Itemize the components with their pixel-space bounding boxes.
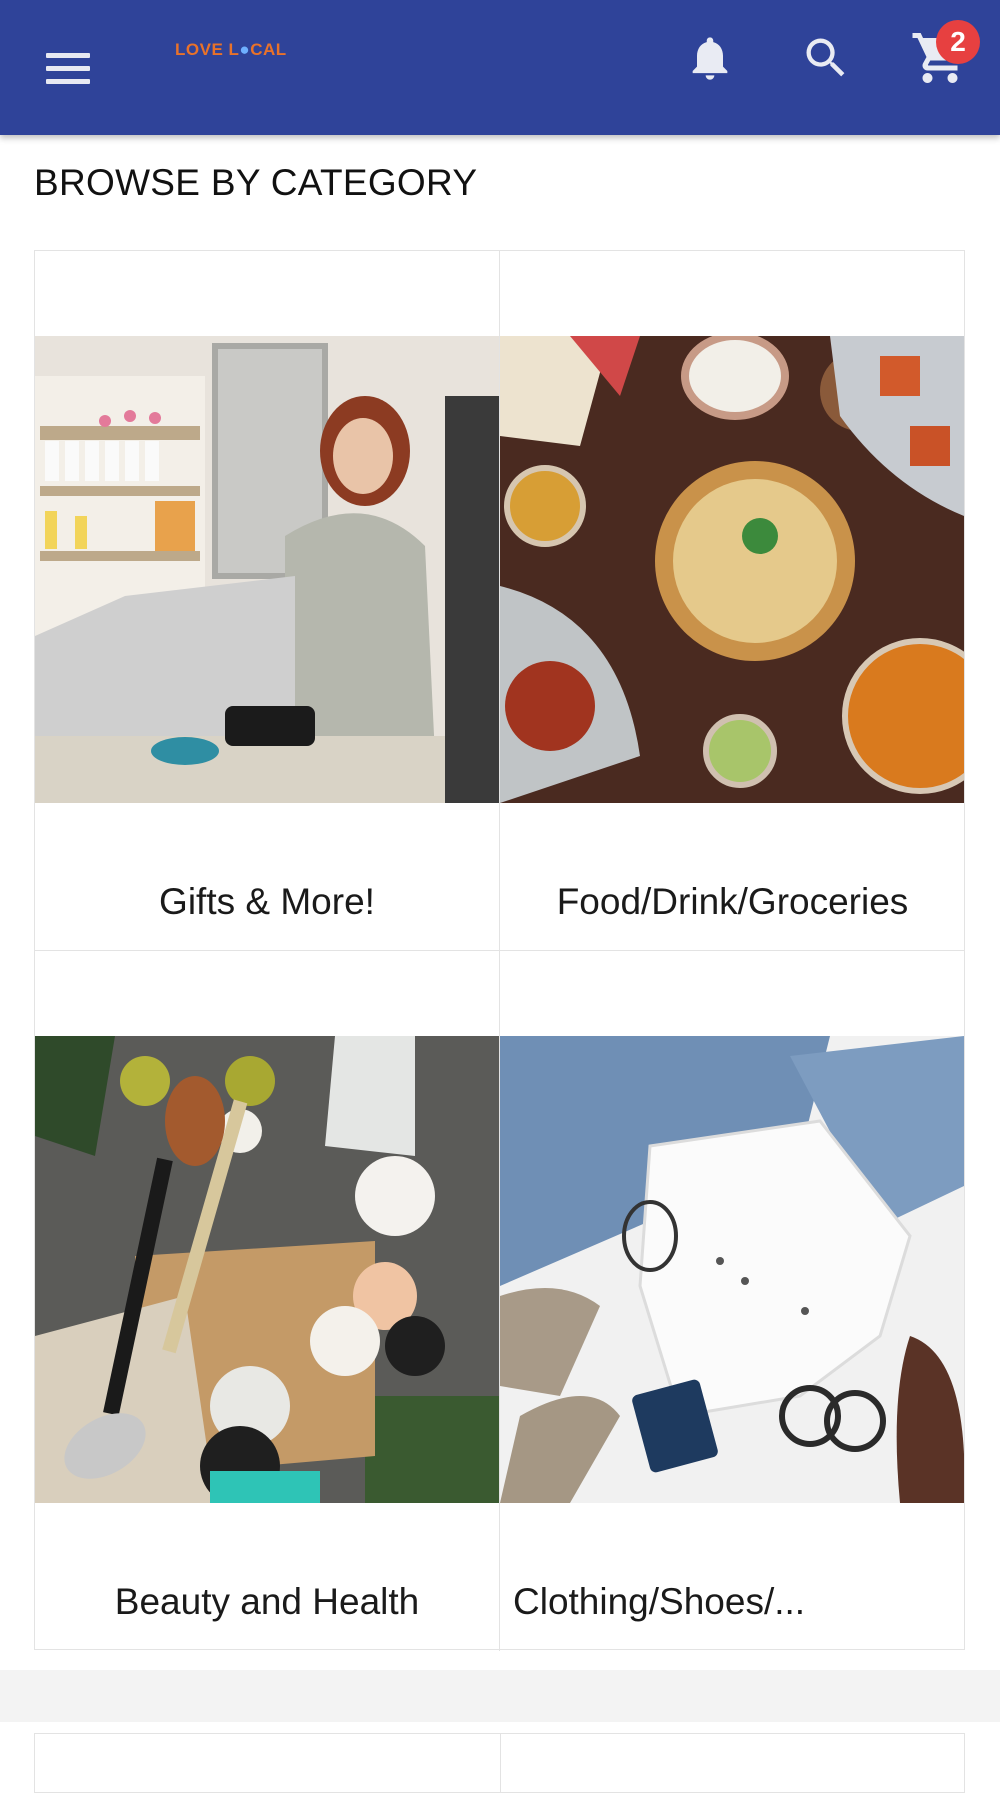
category-tile-beauty[interactable]: Beauty and Health — [35, 951, 500, 1651]
section-separator — [0, 1670, 1000, 1722]
app-bar: LOVE L●CAL 2 — [0, 0, 1000, 135]
beauty-category-image — [35, 1036, 499, 1503]
menu-icon[interactable] — [42, 50, 94, 90]
search-icon[interactable] — [800, 32, 852, 84]
category-tile-gifts[interactable]: Gifts & More! — [35, 251, 500, 951]
logo-text-right: CAL — [250, 40, 287, 59]
category-label: Clothing/Shoes/... — [513, 1581, 806, 1622]
bell-icon[interactable] — [684, 30, 736, 86]
logo-text-left: LOVE L — [175, 40, 240, 59]
food-category-image — [500, 336, 964, 803]
category-label: Food/Drink/Groceries — [556, 881, 909, 922]
cart-count-badge: 2 — [936, 20, 980, 64]
gifts-category-image — [35, 336, 499, 803]
section-title: BROWSE BY CATEGORY — [34, 162, 478, 203]
category-label: Beauty and Health — [114, 1581, 420, 1622]
logo-o-mark: ● — [239, 40, 251, 59]
next-category-row — [34, 1733, 965, 1793]
category-label: Gifts & More! — [159, 881, 375, 922]
category-grid: Gifts & More! Food/Drink/Groceries Beaut… — [34, 250, 965, 1651]
category-tile-clothing[interactable]: Clothing/Shoes/... — [500, 951, 965, 1651]
app-logo[interactable]: LOVE L●CAL — [175, 40, 287, 60]
clothing-category-image — [500, 1036, 964, 1503]
category-tile-food[interactable]: Food/Drink/Groceries — [500, 251, 965, 951]
